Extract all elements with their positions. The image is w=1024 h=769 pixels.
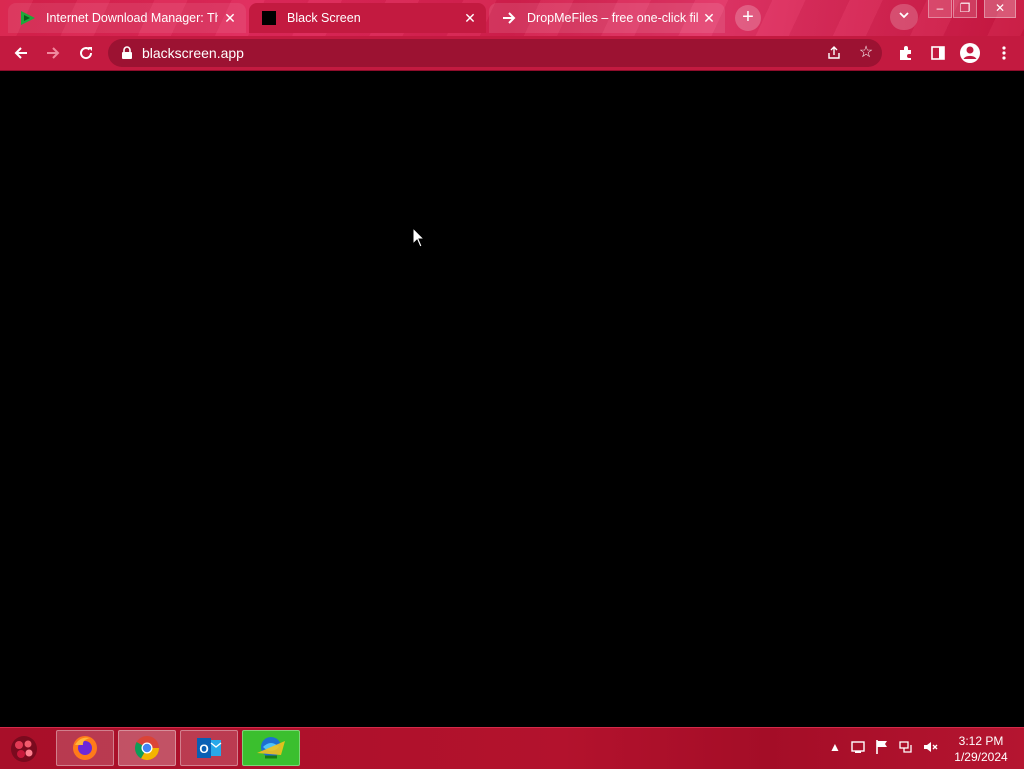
chrome-icon <box>134 736 159 761</box>
start-button[interactable] <box>4 731 44 767</box>
arrow-right-icon <box>47 47 60 59</box>
browser-toolbar: blackscreen.app ☆ <box>0 36 1024 71</box>
taskbar: O ▲ 3:12 PM 1/29/2024 <box>0 727 1024 769</box>
taskbar-firefox[interactable] <box>56 730 114 766</box>
close-tab-icon[interactable]: ✕ <box>222 10 238 26</box>
close-tab-icon[interactable]: ✕ <box>701 10 717 26</box>
arrow-right-icon <box>501 10 517 26</box>
arrow-left-icon <box>14 47 27 59</box>
outlook-icon: O <box>197 738 222 758</box>
tab-internet-download-manager[interactable]: Internet Download Manager: The ✕ <box>8 3 246 33</box>
bookmark-star-icon[interactable]: ☆ <box>856 43 876 63</box>
firefox-icon <box>73 736 97 760</box>
extensions-button[interactable] <box>894 41 918 65</box>
profile-button[interactable] <box>958 41 982 65</box>
taskbar-idm[interactable] <box>242 730 300 766</box>
new-tab-button[interactable]: + <box>735 5 761 31</box>
address-bar[interactable]: blackscreen.app ☆ <box>108 39 882 67</box>
tab-strip: Internet Download Manager: The ✕ Black S… <box>0 0 1024 36</box>
close-window-button[interactable]: ✕ <box>984 0 1016 18</box>
side-panel-icon <box>931 46 945 60</box>
system-clock[interactable]: 3:12 PM 1/29/2024 <box>948 733 1014 765</box>
start-orb-icon <box>11 736 37 762</box>
volume-muted-icon[interactable] <box>921 738 939 756</box>
tab-title: Internet Download Manager: The <box>46 11 218 25</box>
puzzle-icon <box>900 46 911 60</box>
forward-button[interactable] <box>41 41 65 65</box>
tab-dropmefiles[interactable]: DropMeFiles – free one-click file ✕ <box>489 3 725 33</box>
reload-icon <box>80 47 93 60</box>
idm-play-icon <box>20 10 36 26</box>
action-center-icon[interactable] <box>849 738 867 756</box>
lock-icon <box>122 46 132 59</box>
menu-button[interactable] <box>992 41 1016 65</box>
tab-title: DropMeFiles – free one-click file <box>527 11 699 25</box>
share-icon[interactable] <box>824 43 844 63</box>
mouse-cursor-icon <box>412 227 426 248</box>
svg-text:O: O <box>199 742 208 756</box>
kebab-menu-icon <box>1002 46 1006 60</box>
clock-date: 1/29/2024 <box>954 750 1008 764</box>
idm-icon <box>257 737 285 759</box>
black-screen-page[interactable] <box>0 71 1024 727</box>
tab-search-button[interactable] <box>890 4 918 30</box>
avatar-icon <box>960 43 980 63</box>
url-text[interactable]: blackscreen.app <box>142 39 244 67</box>
show-hidden-icons-button[interactable]: ▲ <box>826 738 844 756</box>
close-tab-icon[interactable]: ✕ <box>462 10 478 26</box>
clock-time: 3:12 PM <box>958 734 1004 748</box>
taskbar-outlook[interactable]: O <box>180 730 238 766</box>
side-panel-button[interactable] <box>926 41 950 65</box>
back-button[interactable] <box>9 41 33 65</box>
restore-button[interactable]: ❐ <box>953 0 977 18</box>
network-icon[interactable] <box>897 738 915 756</box>
black-square-icon <box>261 10 277 26</box>
reload-button[interactable] <box>74 41 98 65</box>
taskbar-chrome[interactable] <box>118 730 176 766</box>
tab-black-screen[interactable]: Black Screen ✕ <box>249 3 486 33</box>
flag-icon[interactable] <box>873 738 891 756</box>
minimize-button[interactable]: – <box>928 0 952 18</box>
chevron-down-icon <box>899 12 909 19</box>
tab-title: Black Screen <box>287 11 361 25</box>
